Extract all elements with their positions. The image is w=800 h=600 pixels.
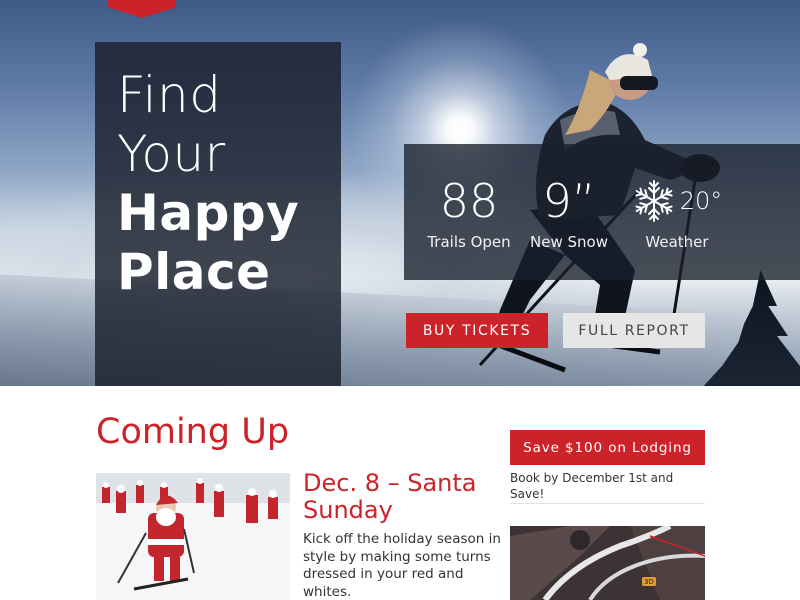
full-report-button[interactable]: FULL REPORT (563, 313, 705, 348)
headline-line-2: Your (117, 125, 226, 183)
stat-trails-open[interactable]: 88 Trails Open (420, 172, 518, 252)
promo-note: Book by December 1st and Save! (510, 471, 674, 501)
trail-map-image: 3D (510, 526, 705, 600)
stat-label: Weather (645, 233, 709, 251)
stat-value: 9” (542, 174, 596, 228)
stat-new-snow[interactable]: 9” New Snow (522, 172, 616, 252)
trail-map-thumbnail[interactable]: 3D (510, 526, 705, 600)
weather-temperature: 20° (679, 187, 723, 215)
snowflake-icon (632, 180, 675, 222)
headline-panel: Find Your Happy Place (95, 42, 341, 386)
brand-logo-tab[interactable] (108, 0, 176, 18)
section-title: Coming Up (96, 412, 290, 452)
save-on-lodging-button[interactable]: Save $100 on Lodging (510, 430, 705, 465)
stat-label: New Snow (530, 233, 608, 251)
event-photo[interactable] (96, 473, 290, 600)
map-badge: 3D (644, 578, 654, 586)
stat-weather[interactable]: 20° Weather (620, 172, 734, 252)
event-description: Kick off the holiday season in style by … (303, 531, 501, 600)
headline-line-1: Find (117, 66, 222, 124)
buy-tickets-button[interactable]: BUY TICKETS (406, 313, 548, 348)
headline-line-3: Happy (117, 184, 300, 242)
divider (510, 503, 705, 504)
conditions-panel: 88 Trails Open 9” New Snow 20° Weather (404, 144, 800, 280)
hero-banner: Find Your Happy Place 88 Trails Open 9” … (0, 0, 800, 386)
stat-value: 88 (439, 174, 499, 228)
hero-headline: Find Your Happy Place (117, 66, 337, 302)
event-title[interactable]: Dec. 8 – Santa Sunday (303, 470, 503, 524)
stat-label: Trails Open (427, 233, 511, 251)
headline-line-4: Place (117, 243, 271, 301)
santa-skiers-image (96, 473, 290, 600)
